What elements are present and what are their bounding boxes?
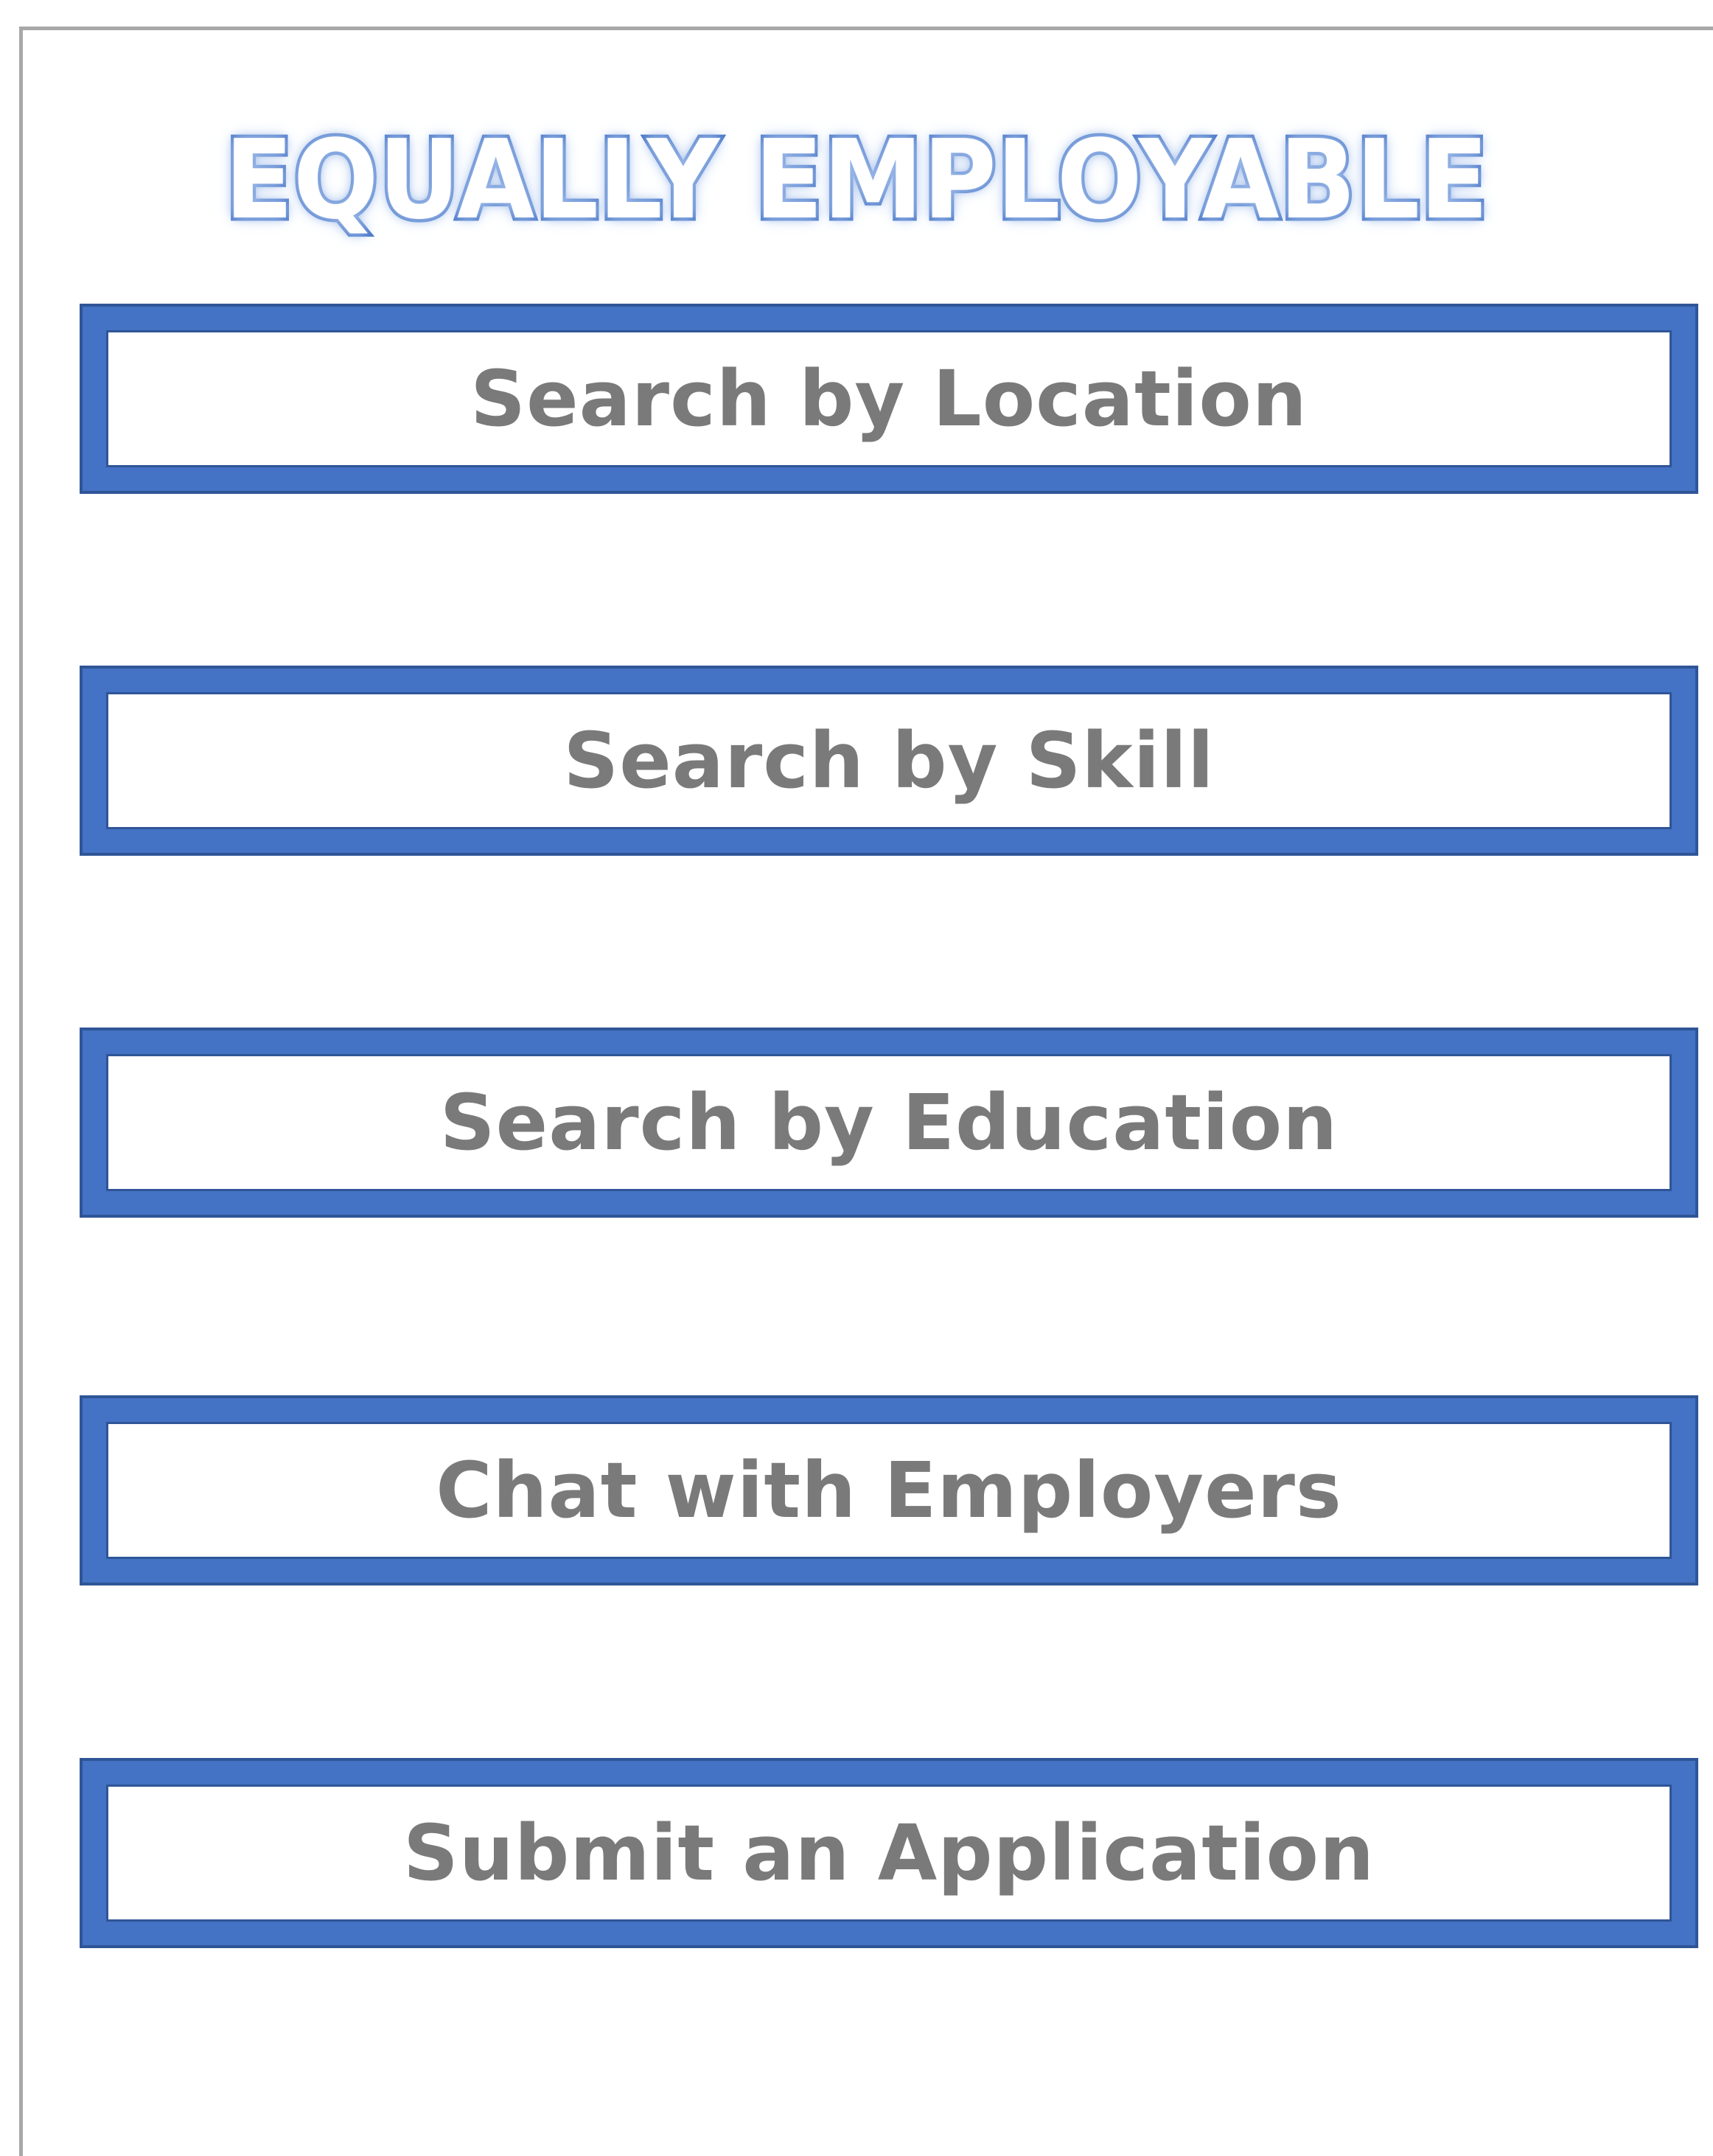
button-face[interactable]: Submit an Application (106, 1785, 1672, 1922)
app-title: EQUALLY EMPLOYABLE (222, 116, 1492, 243)
search-by-skill-button[interactable]: Search by Skill (80, 666, 1698, 856)
button-label: Search by Skill (563, 716, 1215, 806)
button-face[interactable]: Chat with Employers (106, 1422, 1672, 1559)
button-label: Chat with Employers (436, 1445, 1342, 1535)
search-by-education-button[interactable]: Search by Education (80, 1028, 1698, 1218)
button-label: Search by Location (470, 354, 1308, 444)
button-face[interactable]: Search by Location (106, 330, 1672, 467)
button-face[interactable]: Search by Education (106, 1054, 1672, 1191)
button-label: Search by Education (439, 1078, 1339, 1168)
search-by-location-button[interactable]: Search by Location (80, 304, 1698, 494)
button-label: Submit an Application (402, 1808, 1375, 1898)
button-face[interactable]: Search by Skill (106, 692, 1672, 829)
header: EQUALLY EMPLOYABLE (0, 0, 1713, 295)
chat-with-employers-button[interactable]: Chat with Employers (80, 1395, 1698, 1585)
submit-application-button[interactable]: Submit an Application (80, 1758, 1698, 1948)
